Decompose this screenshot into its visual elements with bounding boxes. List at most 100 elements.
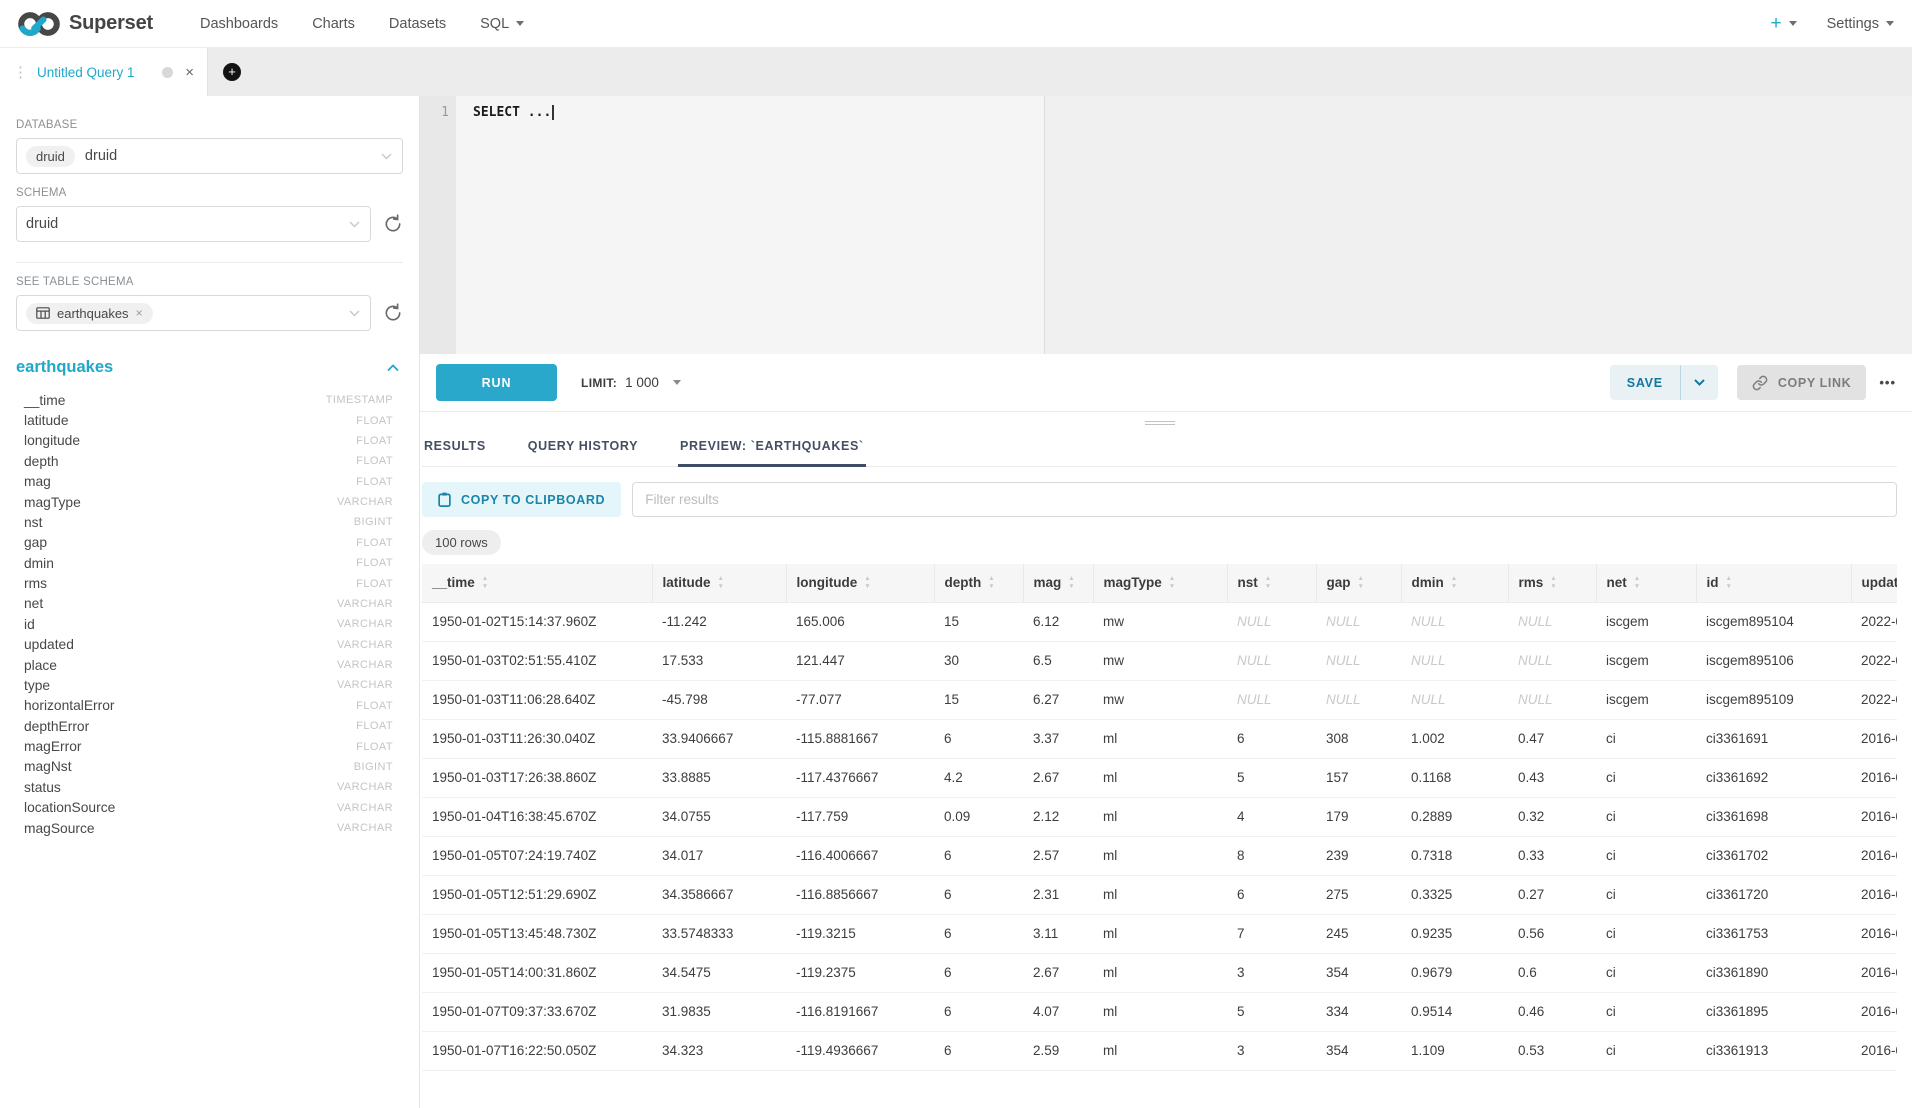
- schema-column-name: type: [24, 678, 50, 693]
- new-item-button[interactable]: +: [1770, 14, 1796, 33]
- table-cell: 1950-01-03T02:51:55.410Z: [422, 641, 652, 680]
- schema-column-type: FLOAT: [356, 741, 393, 753]
- copy-link-button[interactable]: COPY LINK: [1737, 365, 1866, 400]
- nav-item-sql[interactable]: SQL: [480, 16, 524, 32]
- table-cell: 6: [1227, 719, 1316, 758]
- table-cell: 17.533: [652, 641, 786, 680]
- more-actions-button[interactable]: •••: [1879, 375, 1896, 390]
- column-header-depth[interactable]: depth▲▼: [934, 564, 1023, 602]
- table-cell: 5: [1227, 992, 1316, 1031]
- save-options-button[interactable]: [1681, 365, 1718, 400]
- column-header-rms[interactable]: rms▲▼: [1508, 564, 1596, 602]
- close-tab-icon[interactable]: ×: [185, 65, 194, 80]
- table-cell: 275: [1316, 875, 1401, 914]
- table-cell: 0.27: [1508, 875, 1596, 914]
- refresh-tables-icon[interactable]: [383, 303, 403, 323]
- table-cell: ci3361691: [1696, 719, 1851, 758]
- schema-column-row: depthErrorFLOAT: [24, 716, 393, 736]
- table-cell: mw: [1093, 680, 1227, 719]
- table-cell: 0.2889: [1401, 797, 1508, 836]
- table-select[interactable]: earthquakes ×: [16, 295, 371, 331]
- column-header-label: latitude: [663, 575, 711, 590]
- table-cell: -77.077: [786, 680, 934, 719]
- table-cell: 2022-0: [1851, 602, 1897, 641]
- table-cell: ci: [1596, 719, 1696, 758]
- table-cell: NULL: [1227, 680, 1316, 719]
- column-header-updated[interactable]: updated▲▼: [1851, 564, 1897, 602]
- table-cell: 0.47: [1508, 719, 1596, 758]
- schema-column-name: magType: [24, 495, 81, 510]
- table-cell: 1950-01-05T07:24:19.740Z: [422, 836, 652, 875]
- column-header-gap[interactable]: gap▲▼: [1316, 564, 1401, 602]
- schema-column-name: magNst: [24, 759, 72, 774]
- filter-results-input[interactable]: [632, 482, 1897, 517]
- tab-query-history[interactable]: QUERY HISTORY: [526, 431, 640, 467]
- nav-item-dashboards[interactable]: Dashboards: [200, 16, 278, 32]
- table-cell: ml: [1093, 914, 1227, 953]
- save-button[interactable]: SAVE: [1610, 365, 1680, 400]
- schema-column-name: magSource: [24, 821, 95, 836]
- table-cell: 1950-01-05T14:00:31.860Z: [422, 953, 652, 992]
- superset-brand[interactable]: Superset: [18, 11, 153, 37]
- link-icon: [1752, 375, 1768, 391]
- column-header-dmin[interactable]: dmin▲▼: [1401, 564, 1508, 602]
- clipboard-icon: [438, 492, 451, 507]
- limit-dropdown[interactable]: LIMIT: 1 000: [581, 375, 681, 390]
- tab-preview-earthquakes[interactable]: PREVIEW: `EARTHQUAKES`: [678, 431, 866, 467]
- schema-column-type: VARCHAR: [337, 659, 393, 671]
- schema-column-type: FLOAT: [356, 476, 393, 488]
- results-body: 1950-01-02T15:14:37.960Z-11.242165.00615…: [422, 602, 1897, 1070]
- sort-icon: ▲▼: [1169, 575, 1175, 590]
- table-row: 1950-01-07T16:22:50.050Z34.323-119.49366…: [422, 1031, 1897, 1070]
- table-cell: 334: [1316, 992, 1401, 1031]
- column-header-mag[interactable]: mag▲▼: [1023, 564, 1093, 602]
- table-cell: NULL: [1508, 602, 1596, 641]
- table-row: 1950-01-03T11:26:30.040Z33.9406667-115.8…: [422, 719, 1897, 758]
- tab-results[interactable]: RESULTS: [422, 431, 488, 467]
- column-header-id[interactable]: id▲▼: [1696, 564, 1851, 602]
- column-header-net[interactable]: net▲▼: [1596, 564, 1696, 602]
- brand-title: Superset: [69, 12, 153, 35]
- nav-item-datasets[interactable]: Datasets: [389, 16, 446, 32]
- table-cell: -117.4376667: [786, 758, 934, 797]
- database-badge: druid: [26, 146, 75, 167]
- query-tab-active[interactable]: ⋮ Untitled Query 1 ×: [0, 48, 208, 96]
- remove-table-icon[interactable]: ×: [136, 307, 143, 319]
- sort-icon: ▲▼: [1634, 575, 1640, 590]
- schema-column-type: VARCHAR: [337, 618, 393, 630]
- column-header-nst[interactable]: nst▲▼: [1227, 564, 1316, 602]
- copy-to-clipboard-button[interactable]: COPY TO CLIPBOARD: [422, 482, 621, 517]
- column-header-__time[interactable]: __time▲▼: [422, 564, 652, 602]
- table-cell: ml: [1093, 836, 1227, 875]
- column-header-latitude[interactable]: latitude▲▼: [652, 564, 786, 602]
- column-header-label: longitude: [797, 575, 858, 590]
- add-tab-button[interactable]: +: [223, 63, 241, 81]
- drag-handle-icon[interactable]: ⋮: [13, 65, 28, 80]
- sort-icon: ▲▼: [1358, 575, 1364, 590]
- table-cell: ci3361692: [1696, 758, 1851, 797]
- column-header-label: rms: [1519, 575, 1544, 590]
- table-cell: -117.759: [786, 797, 934, 836]
- schema-column-name: rms: [24, 576, 47, 591]
- schema-select[interactable]: druid: [16, 206, 371, 242]
- table-cell: ci3361702: [1696, 836, 1851, 875]
- settings-menu[interactable]: Settings: [1827, 16, 1894, 32]
- nav-item-charts[interactable]: Charts: [312, 16, 355, 32]
- table-cell: ml: [1093, 719, 1227, 758]
- table-row: 1950-01-05T14:00:31.860Z34.5475-119.2375…: [422, 953, 1897, 992]
- schema-column-name: locationSource: [24, 800, 115, 815]
- run-button[interactable]: RUN: [436, 364, 557, 401]
- table-cell: NULL: [1316, 602, 1401, 641]
- schema-column-row: statusVARCHAR: [24, 777, 393, 797]
- column-header-longitude[interactable]: longitude▲▼: [786, 564, 934, 602]
- table-cell: 157: [1316, 758, 1401, 797]
- schema-column-name: nst: [24, 515, 42, 530]
- chevron-down-icon: [381, 153, 392, 160]
- pane-resize-handle[interactable]: [1145, 419, 1175, 427]
- column-header-magType[interactable]: magType▲▼: [1093, 564, 1227, 602]
- database-select[interactable]: druid druid: [16, 138, 403, 174]
- schema-column-row: placeVARCHAR: [24, 655, 393, 675]
- sql-code-area[interactable]: SELECT ...: [456, 96, 1912, 354]
- collapse-table-icon[interactable]: [387, 364, 399, 372]
- refresh-schemas-icon[interactable]: [383, 214, 403, 234]
